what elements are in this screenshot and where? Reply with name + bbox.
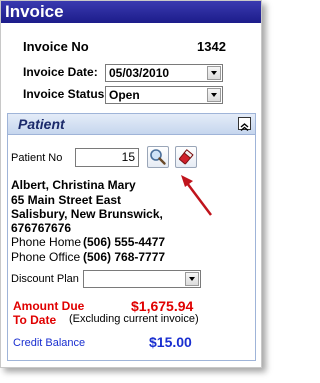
phone-home-value: (506) 555-4477 — [83, 235, 166, 249]
invoice-status-value: Open — [109, 88, 140, 102]
window-title: Invoice — [1, 1, 261, 23]
patient-address-line3: 676767676 — [11, 221, 72, 235]
invoice-panel: Invoice Invoice No 1342 Invoice Date: 05… — [0, 0, 262, 368]
invoice-number-label: Invoice No — [23, 39, 89, 54]
clear-patient-button[interactable] — [175, 146, 197, 168]
chevron-down-icon[interactable] — [207, 88, 221, 102]
patient-section-title: Patient — [18, 116, 65, 132]
search-patient-button[interactable] — [147, 146, 169, 168]
invoice-number-value: 1342 — [197, 39, 226, 54]
phone-home-label: Phone Home — [11, 235, 82, 249]
invoice-date-label: Invoice Date: — [23, 65, 98, 79]
phone-office-label: Phone Office — [11, 250, 81, 264]
discount-plan-select[interactable] — [83, 270, 201, 288]
invoice-status-label: Invoice Status — [23, 87, 105, 101]
credit-balance-value: $15.00 — [149, 334, 192, 350]
chevron-up-icon — [240, 123, 249, 132]
patient-address-line2: Salisbury, New Brunswick, — [11, 207, 163, 221]
discount-plan-label: Discount Plan — [11, 273, 79, 285]
amount-due-label-line2: To Date — [13, 313, 57, 327]
eraser-icon — [178, 149, 194, 165]
phone-office-value: (506) 768-7777 — [83, 250, 166, 264]
amount-due-label-line1: Amount Due — [13, 299, 85, 313]
invoice-date-select[interactable]: 05/03/2010 — [105, 64, 223, 82]
patient-no-input[interactable]: 15 — [75, 148, 139, 167]
amount-due-note: (Excluding current invoice) — [69, 313, 199, 325]
magnifier-icon — [150, 149, 166, 165]
patient-no-label: Patient No — [11, 152, 63, 164]
patient-section-header: Patient — [7, 113, 256, 135]
invoice-status-select[interactable]: Open — [105, 86, 223, 104]
invoice-date-value: 05/03/2010 — [109, 66, 170, 80]
credit-balance-label: Credit Balance — [13, 337, 86, 349]
chevron-down-icon[interactable] — [185, 272, 199, 286]
arrow-annotation — [181, 175, 212, 216]
chevron-down-icon[interactable] — [207, 66, 221, 80]
amount-due-value: $1,675.94 — [131, 298, 194, 314]
patient-address-line1: 65 Main Street East — [11, 193, 122, 207]
patient-name: Albert, Christina Mary — [11, 178, 136, 192]
collapse-section-button[interactable] — [238, 117, 251, 132]
